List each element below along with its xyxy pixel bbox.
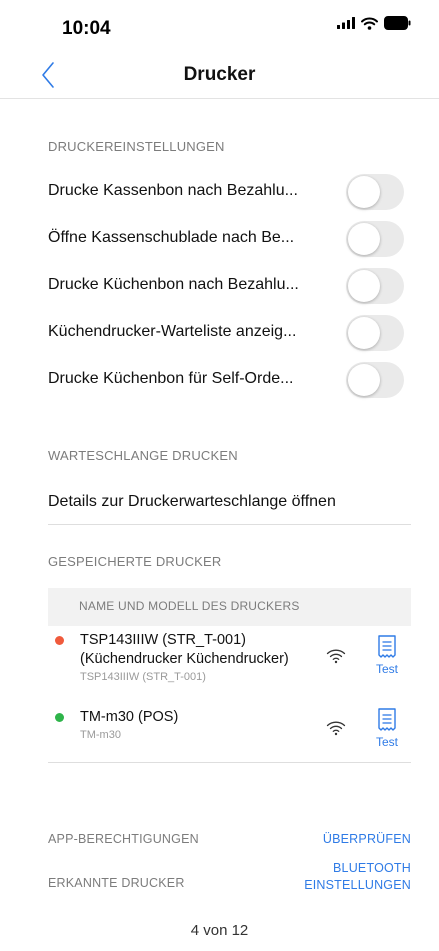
status-icons bbox=[337, 16, 411, 30]
battery-icon bbox=[384, 16, 411, 30]
status-dot-error bbox=[55, 636, 64, 645]
status-dot-ok bbox=[55, 713, 64, 722]
test-label: Test bbox=[375, 735, 398, 749]
divider bbox=[48, 524, 411, 525]
page-title: Drucker bbox=[183, 64, 256, 85]
printer-model: TM-m30 bbox=[80, 729, 121, 741]
toggle-knob bbox=[348, 176, 380, 208]
open-cash-drawer-toggle[interactable] bbox=[346, 221, 404, 257]
toggle-row-print-receipt: Drucke Kassenbon nach Bezahlu... bbox=[48, 172, 408, 212]
status-time: 10:04 bbox=[62, 18, 111, 39]
toggle-label: Drucke Küchenbon nach Bezahlu... bbox=[48, 276, 299, 293]
printer-name-line2: (Küchendrucker Küchendrucker) bbox=[80, 651, 289, 667]
wifi-connection-icon[interactable] bbox=[326, 648, 346, 664]
navigation-bar: Drucker bbox=[0, 52, 439, 99]
toggle-row-self-order-kitchen-receipt: Drucke Küchenbon für Self-Orde... bbox=[48, 360, 408, 400]
show-kitchen-queue-toggle[interactable] bbox=[346, 315, 404, 351]
receipt-icon bbox=[378, 708, 396, 731]
page-indicator: 4 von 12 bbox=[190, 922, 249, 939]
printer-name-line1: TSP143IIIW (STR_T-001) bbox=[80, 632, 246, 648]
print-kitchen-receipt-toggle[interactable] bbox=[346, 268, 404, 304]
section-header-saved-printers: GESPEICHERTE DRUCKER bbox=[48, 554, 222, 569]
print-receipt-toggle[interactable] bbox=[346, 174, 404, 210]
printer-row-tsp143[interactable]: TSP143IIIW (STR_T-001) (Küchendrucker Kü… bbox=[48, 631, 411, 686]
printer-name-line1: TM-m30 (POS) bbox=[80, 709, 179, 725]
toggle-knob bbox=[348, 364, 380, 396]
receipt-icon bbox=[378, 635, 396, 658]
wifi-status-icon bbox=[361, 17, 378, 30]
toggle-row-open-cash-drawer: Öffne Kassenschublade nach Be... bbox=[48, 219, 408, 259]
section-header-printer-settings: DRUCKEREINSTELLUNGEN bbox=[48, 139, 225, 154]
open-print-queue-details-link[interactable]: Details zur Druckerwarteschlange öffnen bbox=[48, 493, 336, 511]
printer-model: TSP143IIIW (STR_T-001) bbox=[80, 671, 206, 683]
toggle-row-kitchen-printer-queue: Küchendrucker-Warteliste anzeig... bbox=[48, 313, 408, 353]
self-order-kitchen-receipt-toggle[interactable] bbox=[346, 362, 404, 398]
toggle-row-print-kitchen-receipt: Drucke Küchenbon nach Bezahlu... bbox=[48, 266, 408, 306]
app-permissions-label: APP-BERECHTIGUNGEN bbox=[48, 832, 199, 846]
toggle-label: Drucke Kassenbon nach Bezahlu... bbox=[48, 182, 298, 199]
printer-row-tm-m30[interactable]: TM-m30 (POS) TM-m30 Test bbox=[48, 708, 411, 750]
test-label: Test bbox=[375, 662, 398, 676]
status-bar: 10:04 bbox=[0, 0, 439, 50]
section-header-print-queue: WARTESCHLANGE DRUCKEN bbox=[48, 448, 238, 463]
bluetooth-settings-line1: BLUETOOTH bbox=[333, 861, 411, 875]
toggle-knob bbox=[348, 223, 380, 255]
detected-printers-label: ERKANNTE DRUCKER bbox=[48, 876, 185, 890]
toggle-label: Drucke Küchenbon für Self-Orde... bbox=[48, 370, 294, 387]
toggle-label: Öffne Kassenschublade nach Be... bbox=[48, 229, 295, 246]
bluetooth-settings-line2: EINSTELLUNGEN bbox=[304, 878, 411, 892]
wifi-connection-icon[interactable] bbox=[326, 720, 346, 736]
saved-printers-column-header: NAME UND MODELL DES DRUCKERS bbox=[48, 588, 411, 626]
check-permissions-button[interactable]: ÜBERPRÜFEN bbox=[323, 831, 411, 848]
test-print-button[interactable]: Test bbox=[372, 635, 402, 676]
column-header-name-model: NAME UND MODELL DES DRUCKERS bbox=[79, 599, 300, 613]
toggle-knob bbox=[348, 317, 380, 349]
toggle-label: Küchendrucker-Warteliste anzeig... bbox=[48, 323, 297, 340]
cellular-signal-icon bbox=[337, 17, 355, 29]
divider bbox=[48, 762, 411, 763]
bluetooth-settings-button[interactable]: BLUETOOTH EINSTELLUNGEN bbox=[304, 860, 411, 894]
test-print-button[interactable]: Test bbox=[372, 708, 402, 749]
toggle-knob bbox=[348, 270, 380, 302]
